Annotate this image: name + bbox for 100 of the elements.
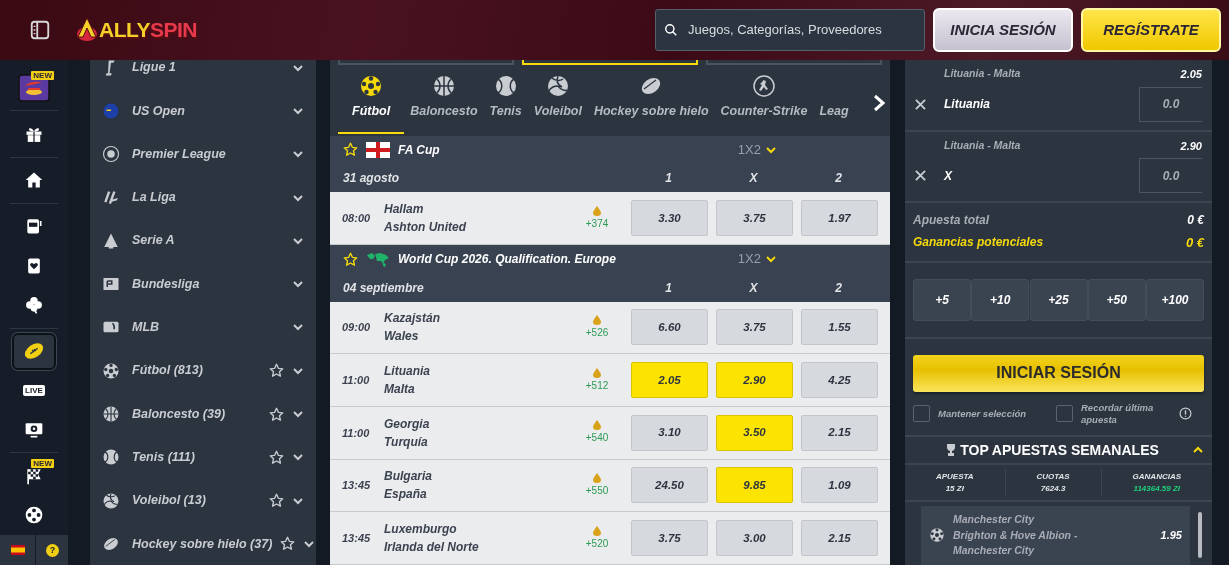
sport-tab[interactable]: Baloncesto xyxy=(404,65,484,134)
odds-button[interactable]: 2.15 xyxy=(801,414,878,451)
quick-stake-button[interactable]: +5 xyxy=(913,278,971,321)
bet-odds: 1.95 xyxy=(1160,528,1182,544)
sport-tab[interactable]: Leag xyxy=(813,65,855,134)
star-icon[interactable] xyxy=(343,142,358,158)
quick-stake-button[interactable]: +10 xyxy=(971,278,1030,321)
odds-button[interactable]: 3.30 xyxy=(631,200,708,237)
star-icon[interactable] xyxy=(280,536,296,552)
sidebar-item[interactable]: La Liga xyxy=(90,175,316,220)
sport-tab[interactable]: Tenis xyxy=(483,65,528,134)
sidebar-item[interactable]: Bundesliga xyxy=(90,262,316,306)
sport-tab[interactable]: Hockey sobre hielo xyxy=(587,65,715,134)
scrollbar[interactable] xyxy=(1198,512,1202,559)
home-icon xyxy=(24,170,44,191)
odds-button[interactable]: 24.50 xyxy=(631,467,708,504)
sport-tab[interactable]: Fútbol xyxy=(338,65,405,134)
odds-button[interactable]: 2.05 xyxy=(631,362,708,399)
checkbox[interactable] xyxy=(1056,405,1073,423)
odds-button[interactable]: 9.85 xyxy=(716,467,793,504)
drop-icon xyxy=(593,473,601,483)
search-bar[interactable]: Juegos, Categorías, Proveedores xyxy=(655,9,925,51)
odds-button[interactable]: 1.97 xyxy=(801,200,878,237)
sidebar-item[interactable]: Baloncesto (39) xyxy=(90,392,316,436)
event-name: Lituania - Malta xyxy=(944,66,1021,81)
team-name: España xyxy=(384,486,428,504)
odds-button[interactable]: 3.75 xyxy=(631,520,708,557)
team-name: Malta xyxy=(384,381,416,399)
market-selector[interactable]: 1X2 xyxy=(737,140,777,160)
drop-icon xyxy=(593,314,601,325)
rail-item[interactable]: NEW xyxy=(12,457,56,495)
login-button[interactable]: INICIA SESIÓN xyxy=(933,8,1073,52)
league-name: World Cup 2026. Qualification. Europe xyxy=(398,251,617,269)
odds-button[interactable]: 3.75 xyxy=(716,200,793,237)
volleyball-icon xyxy=(102,491,120,510)
sidebar-item[interactable]: Ligue 1 xyxy=(90,60,316,90)
odds-button[interactable]: 3.00 xyxy=(716,520,793,557)
stat-value: 7624.3 xyxy=(1040,482,1066,495)
stat-value: 15 Zł xyxy=(945,482,964,495)
odds-button[interactable]: 3.50 xyxy=(716,414,793,451)
star-icon[interactable] xyxy=(269,363,284,379)
team-name: Turquía xyxy=(384,433,429,451)
odds-button[interactable]: 3.75 xyxy=(716,309,793,346)
sidebar-item[interactable]: Premier League xyxy=(90,132,316,176)
sidebar-item[interactable]: Tenis (111) xyxy=(90,435,316,479)
team-name: Hallam xyxy=(384,201,425,219)
sport-tab[interactable]: Counter-Strike xyxy=(714,65,814,134)
match-time: 11:00 xyxy=(342,425,371,441)
league-logo-icon xyxy=(102,231,120,250)
team-name: Lituania xyxy=(384,363,431,381)
quick-stake-button[interactable]: +100 xyxy=(1146,278,1204,321)
stake-field[interactable]: 0.0 xyxy=(1139,158,1202,193)
star-icon[interactable] xyxy=(343,251,358,267)
tennis-ball-icon xyxy=(493,73,518,98)
sidebar-item[interactable]: Voleibol (13) xyxy=(90,478,316,523)
drop-icon xyxy=(593,367,601,378)
close-icon[interactable] xyxy=(915,98,926,110)
section-title: TOP APUESTAS SEMANALES xyxy=(960,440,1159,460)
quick-stake-button[interactable]: +50 xyxy=(1087,278,1146,321)
star-icon[interactable] xyxy=(269,449,284,465)
logo[interactable]: ALLYSPIN xyxy=(75,14,197,46)
star-icon[interactable] xyxy=(269,493,284,509)
rail-item[interactable]: LIVE xyxy=(12,371,56,410)
column-header: X xyxy=(748,279,759,297)
close-icon[interactable] xyxy=(915,170,926,181)
sidebar-item[interactable]: US Open xyxy=(90,89,316,133)
team-name: Wales xyxy=(384,328,420,346)
rail-item[interactable]: NEW xyxy=(12,69,56,107)
selection-odds: 2.90 xyxy=(1180,138,1202,154)
match-time: 08:00 xyxy=(342,211,372,226)
odds-button[interactable]: 1.55 xyxy=(801,309,878,346)
sidebar-item[interactable]: Hockey sobre hielo (37) xyxy=(90,522,316,565)
stake-field[interactable]: 0.0 xyxy=(1139,86,1202,122)
sport-tab[interactable]: Voleibol xyxy=(527,65,588,134)
sidebar-item[interactable]: Serie A xyxy=(90,219,316,263)
odds-button[interactable]: 2.90 xyxy=(716,362,793,399)
checkbox[interactable] xyxy=(913,405,930,423)
register-button[interactable]: REGÍSTRATE xyxy=(1081,8,1221,52)
quick-stake-button[interactable]: +25 xyxy=(1029,278,1088,321)
sidebar-item[interactable]: MLB xyxy=(90,305,316,350)
odds-button[interactable]: 4.25 xyxy=(801,362,878,399)
match-date: 04 septiembre xyxy=(343,279,425,297)
odds-button[interactable]: 3.10 xyxy=(631,414,708,451)
market-selector[interactable]: 1X2 xyxy=(737,249,777,269)
star-icon[interactable] xyxy=(269,406,284,422)
rail-item[interactable] xyxy=(12,332,56,370)
stat-label: CUOTAS xyxy=(1036,470,1070,483)
team-name: Irlanda del Norte xyxy=(384,539,480,557)
odds-button[interactable]: 6.60 xyxy=(631,309,708,346)
bet-pick: Manchester City xyxy=(953,511,1036,527)
search-field[interactable]: Juegos, Categorías, Proveedores xyxy=(686,19,916,41)
odds-button[interactable]: 2.15 xyxy=(801,520,878,557)
team-name: Kazajstán xyxy=(384,310,442,328)
league-logo-icon xyxy=(102,145,120,164)
potential-winnings-value: 0 € xyxy=(1185,234,1204,252)
login-button[interactable]: INICIAR SESIÓN xyxy=(913,354,1204,393)
odds-button[interactable]: 1.09 xyxy=(801,467,878,504)
sidebar-item[interactable]: Fútbol (813) xyxy=(90,349,316,393)
sidebar-toggle-icon[interactable] xyxy=(29,19,51,41)
selection-name: X xyxy=(944,167,954,185)
